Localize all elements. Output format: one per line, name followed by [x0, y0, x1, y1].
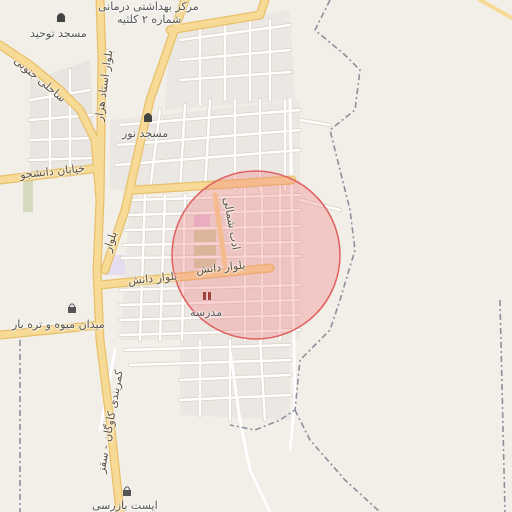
poi-label-mosque-tohid: مسجد توحید	[30, 27, 87, 40]
poi-label-health-center-number: شماره ۲ کلثیه	[117, 13, 182, 26]
map-canvas	[0, 0, 512, 512]
poi-label-health-center: مرکز بهداشتی درمانی	[98, 0, 199, 13]
poi-label-fruit-market: میدان میوه و تره بار	[12, 318, 105, 331]
poi-label-school: مدرسه	[190, 306, 223, 319]
poi-label-checkpoint: ایست بازرسی	[92, 499, 158, 512]
poi-label-mosque-noor: مسجد نور	[122, 127, 169, 140]
map-view[interactable]: مرکز بهداشتی درمانی شماره ۲ کلثیه مسجد ت…	[0, 0, 512, 512]
